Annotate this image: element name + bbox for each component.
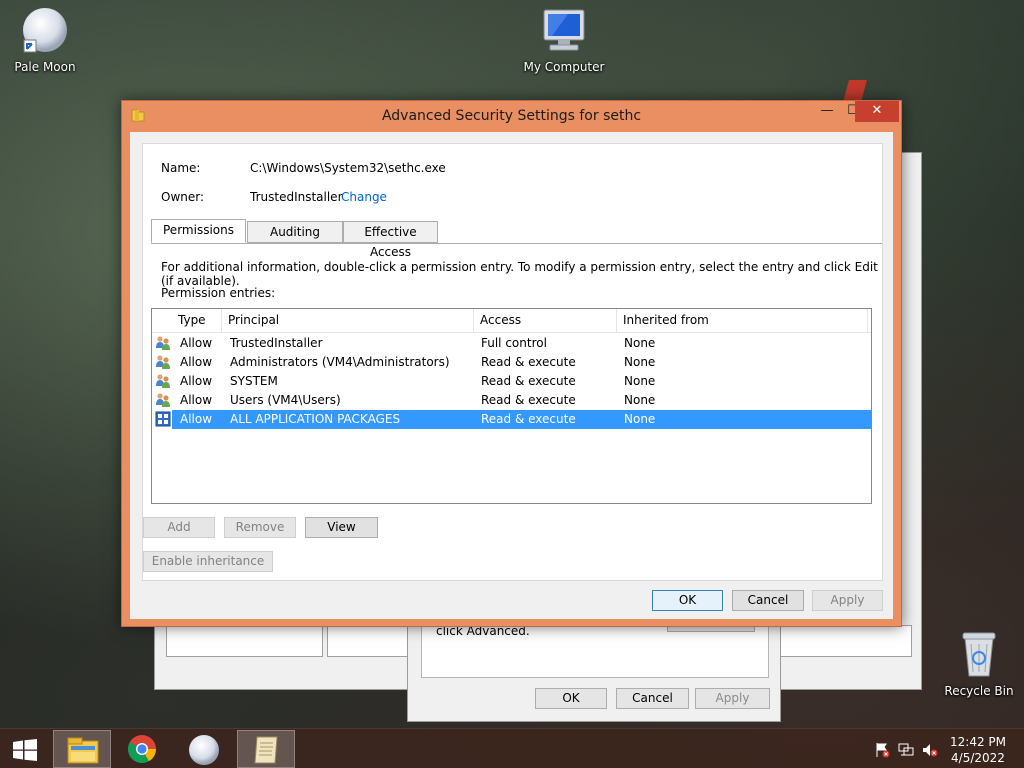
- volume-muted-icon[interactable]: [922, 742, 938, 758]
- security-info-panel: Name: C:\Windows\System32\sethc.exe Owne…: [142, 143, 883, 581]
- cell-principal: TrustedInstaller: [230, 336, 323, 350]
- cell-principal: ALL APPLICATION PACKAGES: [230, 412, 401, 426]
- permission-entries-label: Permission entries:: [161, 286, 276, 300]
- apply-button: Apply: [812, 590, 883, 611]
- chrome-icon: [128, 735, 156, 763]
- cell-inherited: None: [624, 412, 656, 426]
- background-security-panel: click Advanced.: [421, 621, 769, 678]
- app-packages-icon: [155, 411, 171, 427]
- clock-date: 4/5/2022: [951, 751, 1005, 765]
- cell-access: Read & execute: [481, 393, 576, 407]
- list-header: Type Principal Access Inherited from: [152, 309, 871, 333]
- windows-logo-icon: [13, 739, 37, 761]
- desktop-icon-label: Pale Moon: [14, 60, 76, 74]
- column-header-principal[interactable]: Principal: [222, 309, 474, 333]
- pale-moon-icon: [23, 8, 67, 53]
- background-apply-button: Apply: [695, 688, 770, 709]
- advanced-security-dialog: Advanced Security Settings for sethc — ☐…: [121, 100, 902, 627]
- change-owner-link[interactable]: Change: [341, 190, 387, 204]
- dialog-title: Advanced Security Settings for sethc: [381, 108, 642, 124]
- dialog-client-area: Name: C:\Windows\System32\sethc.exe Owne…: [130, 132, 893, 619]
- users-icon: [156, 355, 170, 369]
- taskbar-pale-moon[interactable]: [175, 730, 233, 768]
- view-button[interactable]: View: [305, 517, 378, 538]
- column-header-inherited-from[interactable]: Inherited from: [617, 309, 868, 333]
- taskbar-notepad[interactable]: [237, 730, 295, 768]
- recycle-bin-icon: [962, 632, 996, 677]
- cell-inherited: None: [624, 393, 656, 407]
- cell-inherited: None: [624, 336, 656, 350]
- permission-entry-row[interactable]: Allow Administrators (VM4\Administrators)…: [152, 353, 871, 372]
- owner-label: Owner:: [161, 190, 205, 204]
- system-clock[interactable]: 12:42 PM 4/5/2022: [950, 734, 1006, 766]
- close-icon: ✕: [871, 103, 883, 118]
- action-center-flag-icon[interactable]: [874, 742, 890, 758]
- instructions-text: For additional information, double-click…: [161, 260, 878, 288]
- minimize-button[interactable]: —: [814, 101, 840, 122]
- desktop-icon-recycle-bin[interactable]: Recycle Bin: [934, 630, 1024, 698]
- column-header-type[interactable]: Type: [172, 309, 222, 333]
- close-button[interactable]: ✕: [855, 101, 899, 122]
- pale-moon-icon: [189, 735, 219, 765]
- desktop-icon-label: Recycle Bin: [944, 684, 1014, 698]
- background-security-dialog: click Advanced. OK Cancel Apply: [407, 620, 781, 722]
- cell-access: Read & execute: [481, 355, 576, 369]
- enable-inheritance-button: Enable inheritance: [143, 551, 273, 572]
- minimize-icon: —: [820, 103, 834, 118]
- clock-time: 12:42 PM: [950, 735, 1006, 749]
- cancel-button[interactable]: Cancel: [732, 590, 804, 611]
- add-button: Add: [143, 517, 215, 538]
- title-bar[interactable]: Advanced Security Settings for sethc — ☐…: [122, 101, 901, 131]
- users-icon: [156, 393, 170, 407]
- network-icon[interactable]: [898, 742, 914, 758]
- background-decoration: [843, 80, 867, 102]
- column-header-access[interactable]: Access: [474, 309, 617, 333]
- permission-entry-row[interactable]: Allow SYSTEM Read & execute None: [152, 372, 871, 391]
- start-button[interactable]: [0, 730, 52, 768]
- cell-access: Read & execute: [481, 374, 576, 388]
- permission-entries-list[interactable]: Type Principal Access Inherited from All…: [151, 308, 872, 504]
- notepad-icon: [254, 736, 278, 764]
- desktop-icon-pale-moon[interactable]: Pale Moon: [0, 6, 90, 74]
- cell-principal: Administrators (VM4\Administrators): [230, 355, 450, 369]
- background-cancel-button[interactable]: Cancel: [616, 688, 689, 709]
- tab-permissions[interactable]: Permissions: [151, 219, 246, 243]
- file-explorer-icon: [67, 737, 99, 764]
- tab-auditing[interactable]: Auditing: [247, 221, 343, 243]
- desktop-icon-my-computer[interactable]: My Computer: [519, 8, 609, 74]
- taskbar: 12:42 PM 4/5/2022: [0, 728, 1024, 768]
- cell-inherited: None: [624, 355, 656, 369]
- users-icon: [156, 336, 170, 350]
- desktop-icon-label: My Computer: [523, 60, 605, 74]
- permission-entry-row[interactable]: Allow TrustedInstaller Full control None: [152, 334, 871, 353]
- cell-principal: SYSTEM: [230, 374, 278, 388]
- background-panel: [166, 625, 323, 657]
- cell-type: Allow: [180, 355, 213, 369]
- cell-type: Allow: [180, 336, 213, 350]
- cell-type: Allow: [180, 393, 213, 407]
- cell-access: Full control: [481, 336, 547, 350]
- computer-icon: [543, 9, 585, 51]
- cell-principal: Users (VM4\Users): [230, 393, 341, 407]
- permission-entry-row[interactable]: Allow ALL APPLICATION PACKAGES Read & exec…: [152, 410, 871, 429]
- tab-strip: Permissions Auditing Effective Access: [151, 219, 882, 259]
- name-value: C:\Windows\System32\sethc.exe: [250, 161, 446, 175]
- tab-effective-access[interactable]: Effective Access: [343, 221, 438, 259]
- ok-button[interactable]: OK: [652, 590, 723, 611]
- remove-button: Remove: [224, 517, 296, 538]
- permission-entry-row[interactable]: Allow Users (VM4\Users) Read & execute None: [152, 391, 871, 410]
- background-ok-button[interactable]: OK: [535, 688, 607, 709]
- cell-type: Allow: [180, 412, 213, 426]
- taskbar-chrome[interactable]: [113, 730, 171, 768]
- cell-inherited: None: [624, 374, 656, 388]
- users-icon: [156, 374, 170, 388]
- owner-value: TrustedInstaller: [250, 190, 343, 204]
- taskbar-file-explorer[interactable]: [53, 730, 111, 768]
- cell-type: Allow: [180, 374, 213, 388]
- name-label: Name:: [161, 161, 201, 175]
- cell-access: Read & execute: [481, 412, 576, 426]
